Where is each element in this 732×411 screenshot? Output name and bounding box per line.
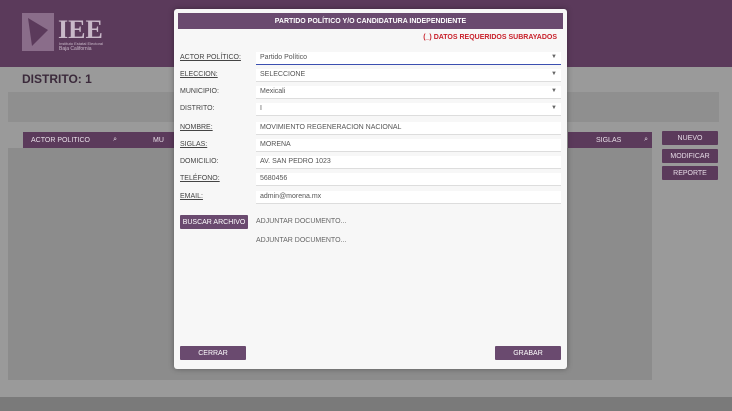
adjuntar-documento-link-2[interactable]: ADJUNTAR DOCUMENTO... (256, 237, 346, 244)
chevron-down-icon: ▼ (551, 105, 557, 111)
chevron-down-icon: ▼ (551, 71, 557, 77)
domicilio-input[interactable]: AV. SAN PEDRO 1023 (256, 156, 561, 169)
modal-title: PARTIDO POLÍTICO Y/O CANDIDATURA INDEPEN… (178, 13, 563, 29)
field-eleccion: ELECCION: SELECCIONE ▼ (180, 69, 561, 82)
field-siglas: SIGLAS: MORENA (180, 139, 561, 152)
field-distrito: DISTRITO: I ▼ (180, 103, 561, 116)
municipio-select[interactable]: Mexicali ▼ (256, 86, 561, 99)
distrito-select[interactable]: I ▼ (256, 103, 561, 116)
field-telefono: TELÉFONO: 5680456 (180, 173, 561, 186)
field-actor-politico: ACTOR POLÍTICO: Partido Político ▼ (180, 52, 561, 65)
email-input[interactable]: admin@morena.mx (256, 191, 561, 204)
chevron-down-icon: ▼ (551, 88, 557, 94)
telefono-label: TELÉFONO: (180, 175, 220, 182)
cerrar-button[interactable]: CERRAR (180, 346, 246, 360)
telefono-input[interactable]: 5680456 (256, 173, 561, 186)
siglas-input[interactable]: MORENA (256, 139, 561, 152)
search-icon[interactable]: ⌕ (644, 136, 648, 144)
eleccion-select[interactable]: SELECCIONE ▼ (256, 69, 561, 82)
field-nombre: NOMBRE: MOVIMIENTO REGENERACION NACIONAL (180, 122, 561, 135)
eleccion-label: ELECCION: (180, 71, 218, 78)
actor-politico-select[interactable]: Partido Político ▼ (256, 52, 561, 65)
field-email: EMAIL: admin@morena.mx (180, 191, 561, 204)
actor-politico-label: ACTOR POLÍTICO: (180, 54, 241, 61)
iee-logo: IEE Instituto Estatal Electoral Baja Cal… (22, 13, 103, 52)
column-header-actor-politico[interactable]: ACTOR POLITICO ⌕ (23, 132, 121, 148)
siglas-label: SIGLAS: (180, 141, 208, 148)
chevron-down-icon: ▼ (551, 54, 557, 60)
required-note: (_) DATOS REQUERIDOS SUBRAYADOS (423, 34, 557, 41)
search-icon[interactable]: ⌕ (113, 136, 117, 144)
page-title: DISTRITO: 1 (22, 72, 92, 86)
modal-dialog: PARTIDO POLÍTICO Y/O CANDIDATURA INDEPEN… (174, 9, 567, 369)
column-header-siglas[interactable]: SIGLAS ⌕ (568, 132, 652, 148)
buscar-archivo-button[interactable]: BUSCAR ARCHIVO (180, 215, 248, 229)
field-domicilio: DOMICILIO: AV. SAN PEDRO 1023 (180, 156, 561, 169)
municipio-label: MUNICIPIO: (180, 88, 219, 95)
adjuntar-documento-link-1[interactable]: ADJUNTAR DOCUMENTO... (256, 218, 346, 225)
modificar-button[interactable]: MODIFICAR (662, 149, 718, 163)
nuevo-button[interactable]: NUEVO (662, 131, 718, 145)
email-label: EMAIL: (180, 193, 203, 200)
nombre-input[interactable]: MOVIMIENTO REGENERACION NACIONAL (256, 122, 561, 135)
footer-strip (0, 397, 732, 411)
distrito-label: DISTRITO: (180, 105, 215, 112)
domicilio-label: DOMICILIO: (180, 158, 219, 165)
grabar-button[interactable]: GRABAR (495, 346, 561, 360)
field-municipio: MUNICIPIO: Mexicali ▼ (180, 86, 561, 99)
logo-text: IEE (58, 15, 103, 44)
column-header-municipio[interactable]: MU (121, 132, 175, 148)
nombre-label: NOMBRE: (180, 124, 213, 131)
reporte-button[interactable]: REPORTE (662, 166, 718, 180)
svg-text:Baja California: Baja California (59, 46, 92, 52)
